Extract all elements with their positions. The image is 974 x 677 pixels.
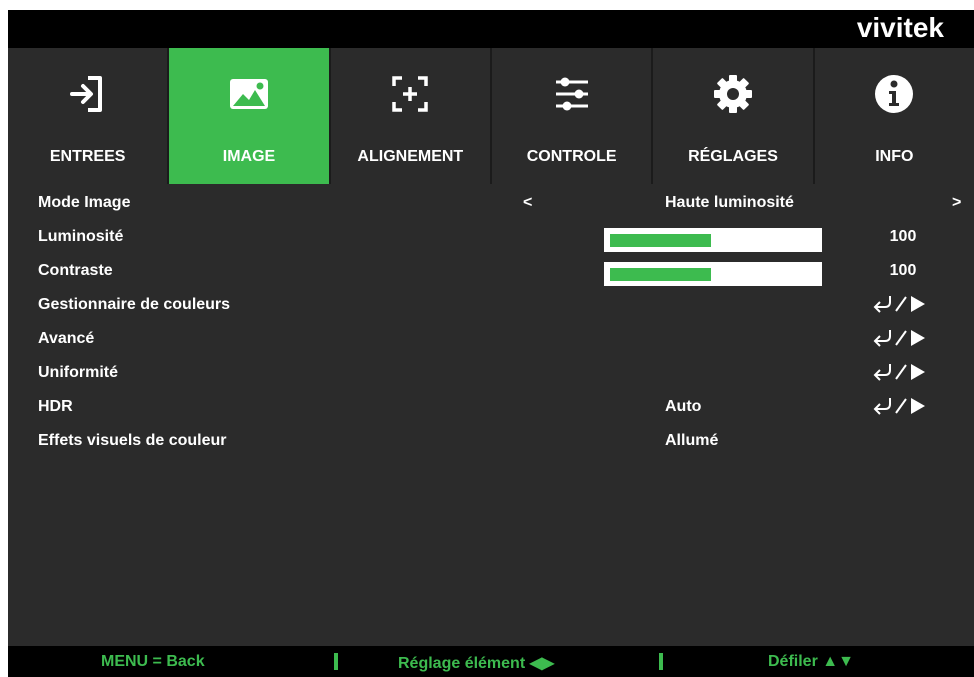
enter-submenu-icon[interactable] (870, 393, 926, 417)
alignment-icon (392, 76, 429, 112)
setting-label: Luminosité (38, 228, 124, 245)
footer-bar: MENU = Back Réglage élément ◀▶ Défiler ▲… (8, 646, 974, 677)
setting-label: HDR (38, 398, 73, 415)
footer-adjust-hint: Réglage élément ◀▶ (398, 655, 555, 672)
footer-back-hint: MENU = Back (101, 653, 205, 670)
footer-separator (659, 653, 663, 670)
brand-logo: vivitek (856, 12, 944, 43)
gear-icon (713, 75, 752, 113)
effets-value: Allumé (665, 432, 719, 449)
tab-controle[interactable]: CONTROLE (491, 48, 654, 184)
tab-label: ALIGNEMENT (357, 148, 464, 165)
sliders-icon (555, 77, 588, 111)
tab-label: CONTROLE (526, 148, 617, 165)
row-luminosite[interactable]: Luminosité 100 (8, 220, 974, 254)
tab-alignement[interactable]: ALIGNEMENT (330, 48, 492, 184)
row-avance[interactable]: Avancé (8, 322, 974, 356)
tab-info[interactable]: INFO (814, 48, 974, 184)
row-contraste[interactable]: Contraste 100 (8, 254, 974, 288)
osd-menu: vivitek ENTREES IMAGE ALIGNEMENT CONTROL… (8, 10, 974, 677)
tab-label: INFO (875, 148, 914, 165)
footer-separator (334, 653, 338, 670)
luminosite-slider[interactable] (604, 228, 822, 252)
info-icon (875, 75, 914, 113)
image-settings-list: Mode Image < Haute luminosité > Luminosi… (8, 186, 974, 458)
contraste-slider[interactable] (604, 262, 822, 286)
row-uniformite[interactable]: Uniformité (8, 356, 974, 390)
setting-label: Gestionnaire de couleurs (38, 296, 231, 313)
tab-reglages[interactable]: RÉGLAGES (653, 48, 815, 184)
tab-entrees[interactable]: ENTREES (8, 48, 170, 184)
slider-fill (610, 268, 711, 281)
right-arrow[interactable]: > (952, 194, 961, 212)
setting-label: Avancé (38, 330, 95, 347)
enter-submenu-icon[interactable] (870, 359, 926, 383)
enter-submenu-icon[interactable] (870, 291, 926, 315)
row-hdr[interactable]: HDR Auto (8, 390, 974, 424)
contraste-value: 100 (889, 262, 917, 279)
image-icon (229, 79, 268, 109)
hdr-value: Auto (665, 398, 702, 415)
setting-label: Uniformité (38, 364, 118, 381)
row-gestionnaire-couleurs[interactable]: Gestionnaire de couleurs (8, 288, 974, 322)
tab-label: IMAGE (222, 148, 276, 165)
slider-fill (610, 234, 711, 247)
row-mode-image[interactable]: Mode Image < Haute luminosité > (8, 186, 974, 220)
tab-label: ENTREES (49, 148, 126, 165)
footer-scroll-hint: Défiler ▲▼ (768, 653, 854, 670)
luminosite-value: 100 (889, 228, 917, 245)
tab-image[interactable]: IMAGE (169, 48, 331, 184)
setting-label: Effets visuels de couleur (38, 432, 227, 449)
enter-submenu-icon[interactable] (870, 325, 926, 349)
setting-label: Mode Image (38, 194, 131, 211)
setting-label: Contraste (38, 262, 113, 279)
left-arrow[interactable]: < (523, 194, 532, 212)
menu-tabs: ENTREES IMAGE ALIGNEMENT CONTROLE RÉGLAG… (8, 48, 974, 184)
row-effets-visuels[interactable]: Effets visuels de couleur Allumé (8, 424, 974, 458)
top-bar: vivitek (8, 10, 974, 48)
mode-image-value: Haute luminosité (665, 194, 794, 211)
input-icon (69, 76, 102, 112)
tab-label: RÉGLAGES (688, 148, 778, 165)
